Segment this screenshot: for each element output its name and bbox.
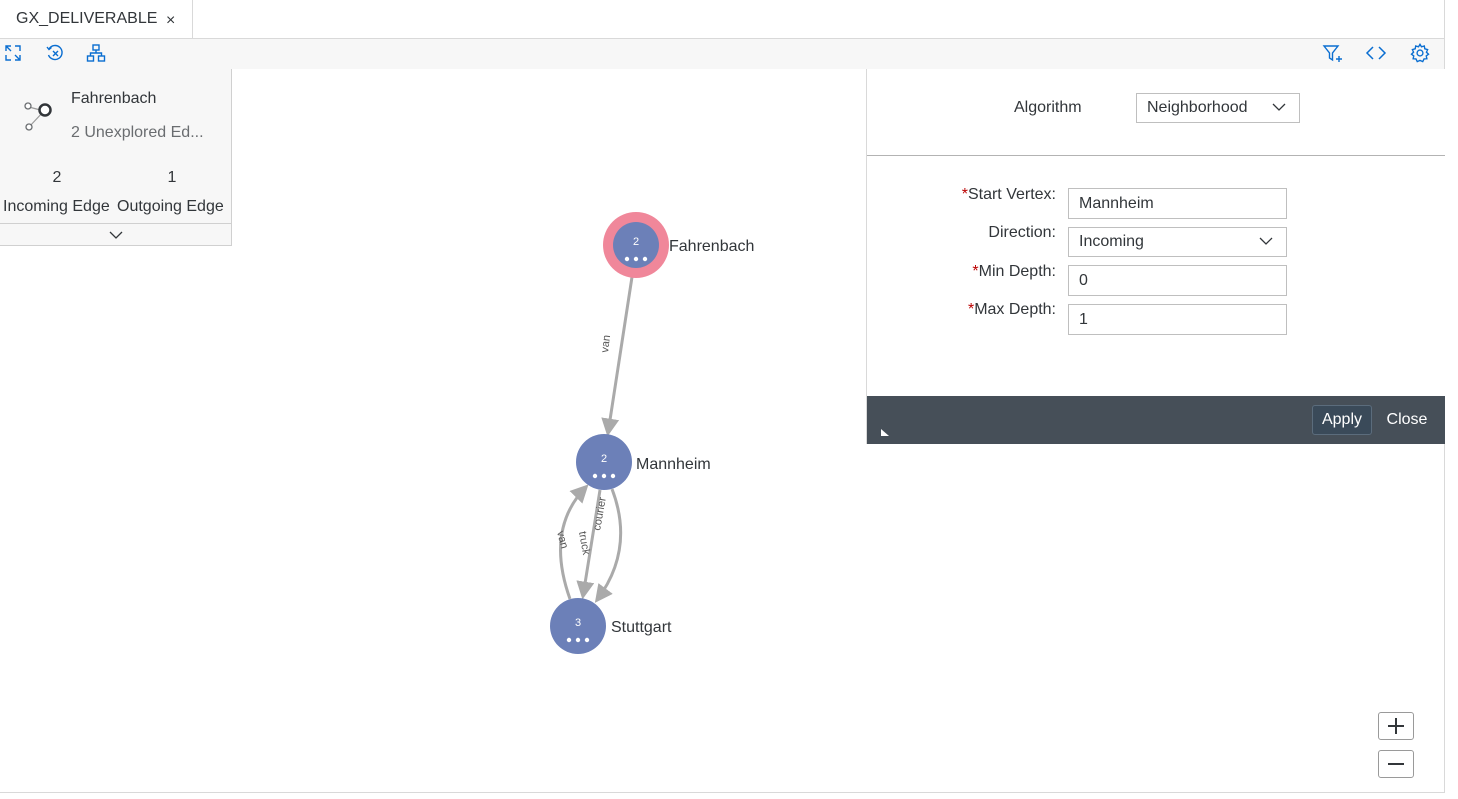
plus-icon — [1388, 718, 1404, 734]
label-text: Start Vertex: — [967, 186, 1056, 203]
tab-title: GX_DELIVERABLE — [16, 10, 158, 27]
label-text: Max Depth: — [974, 301, 1056, 318]
chevron-down-icon — [109, 231, 122, 239]
algorithm-panel: Algorithm Neighborhood *Start Vertex: Di… — [866, 69, 1445, 444]
node-count: 2 — [633, 236, 639, 248]
close-button[interactable]: Close — [1382, 405, 1432, 435]
tab-bar: GX_DELIVERABLE × — [0, 0, 1444, 39]
graph-toolbar — [0, 39, 1444, 69]
label-text: Min Depth: — [978, 263, 1056, 280]
expand-card-button[interactable] — [0, 223, 231, 246]
min-depth-label: *Min Depth: — [972, 263, 1056, 281]
panel-footer: Apply Close — [867, 396, 1445, 444]
info-card-title: Fahrenbach — [71, 90, 157, 107]
incoming-edge-label: Incoming Edge — [3, 198, 110, 215]
zoom-in-button[interactable] — [1378, 712, 1414, 740]
node-label: Stuttgart — [611, 619, 672, 636]
outgoing-edge-label: Outgoing Edge — [117, 198, 224, 215]
algorithm-header: Algorithm Neighborhood — [867, 69, 1445, 156]
edge-fahrenbach-mannheim-van[interactable]: van — [599, 276, 634, 437]
algorithm-label: Algorithm — [1014, 99, 1082, 116]
algorithm-select[interactable]: Neighborhood — [1136, 93, 1300, 123]
algorithm-value: Neighborhood — [1147, 99, 1248, 116]
min-depth-input[interactable] — [1068, 265, 1287, 296]
incoming-edge-count: 2 — [52, 169, 62, 186]
minus-icon — [1388, 763, 1404, 765]
start-vertex-input[interactable] — [1068, 188, 1287, 219]
chevron-down-icon — [1259, 237, 1273, 245]
filter-add-icon[interactable] — [1320, 41, 1346, 65]
node-label: Fahrenbach — [669, 238, 754, 255]
close-icon[interactable]: × — [166, 12, 175, 30]
direction-select[interactable]: Incoming — [1068, 227, 1287, 257]
node-fahrenbach[interactable]: 2 Fahrenbach — [603, 212, 754, 278]
max-depth-label: *Max Depth: — [968, 301, 1056, 319]
direction-label: Direction: — [988, 224, 1056, 241]
code-icon[interactable] — [1363, 41, 1389, 65]
node-info-card: Fahrenbach 2 Unexplored Ed... 2 1 Incomi… — [0, 69, 232, 246]
start-vertex-label: *Start Vertex: — [962, 186, 1056, 204]
zoom-out-button[interactable] — [1378, 750, 1414, 778]
node-count: 3 — [575, 617, 581, 629]
node-graph-icon — [24, 102, 52, 131]
fit-screen-icon[interactable] — [0, 41, 26, 65]
settings-icon[interactable] — [1407, 41, 1433, 65]
edge-label: truck — [576, 530, 592, 556]
max-depth-input[interactable] — [1068, 304, 1287, 335]
edge-mannheim-stuttgart-courier[interactable]: courier — [591, 488, 623, 603]
node-stuttgart[interactable]: 3 Stuttgart — [550, 598, 672, 654]
layout-icon[interactable] — [83, 41, 109, 65]
outgoing-edge-count: 1 — [167, 169, 177, 186]
apply-button[interactable]: Apply — [1312, 405, 1372, 435]
chevron-down-icon — [1272, 103, 1286, 111]
clear-icon[interactable] — [42, 41, 68, 65]
node-label: Mannheim — [636, 456, 711, 473]
info-card-subtitle: 2 Unexplored Ed... — [71, 124, 204, 141]
tab-gx-deliverable[interactable]: GX_DELIVERABLE × — [0, 0, 193, 38]
edge-label: van — [554, 530, 570, 550]
direction-value: Incoming — [1079, 233, 1144, 250]
edge-label: courier — [591, 496, 609, 532]
node-mannheim[interactable]: 2 Mannheim — [576, 434, 711, 490]
node-count: 2 — [601, 453, 607, 465]
edge-label: van — [599, 334, 613, 353]
resize-handle-icon[interactable] — [879, 426, 891, 438]
